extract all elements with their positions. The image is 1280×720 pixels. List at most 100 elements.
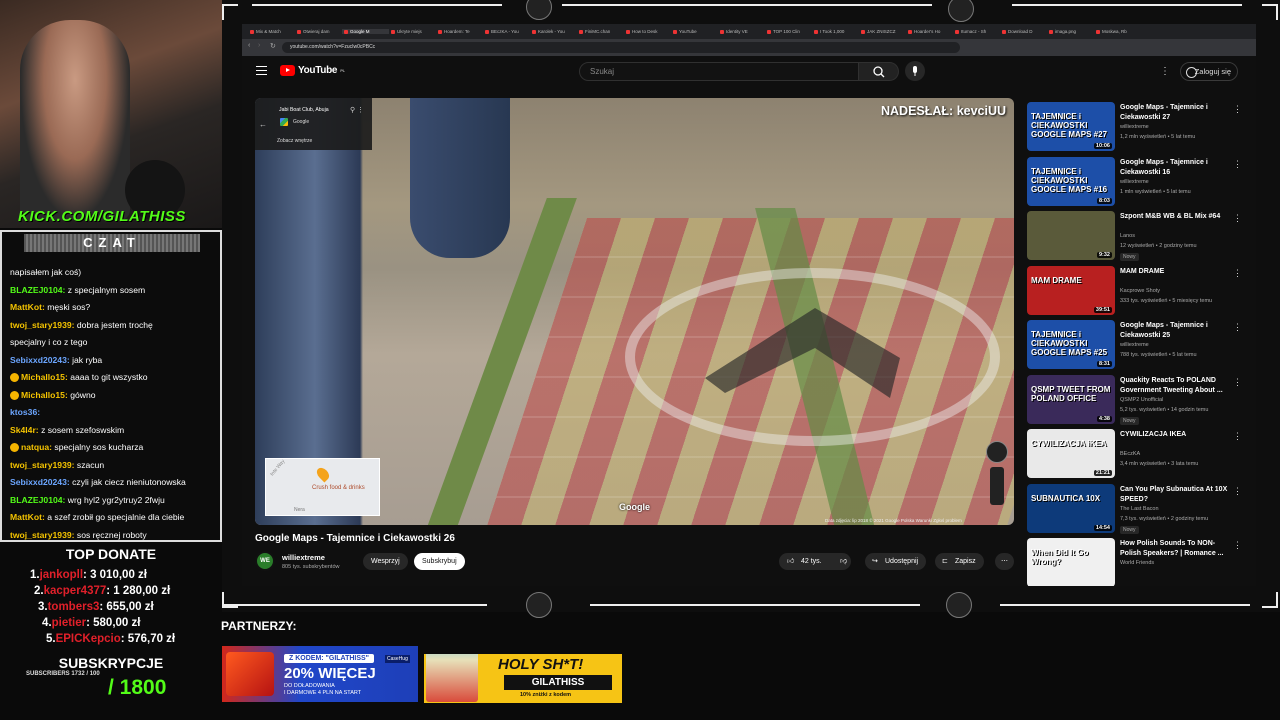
browser-tab[interactable]: FiniMC.chan	[577, 29, 624, 34]
video-title[interactable]: Quackity Reacts To POLAND Government Twe…	[1120, 376, 1230, 396]
youtube-logo[interactable]: YouTube PL	[280, 65, 345, 76]
video-thumbnail[interactable]: TAJEMNICE i CIEKAWOSTKI GOOGLE MAPS #16 8…	[1027, 156, 1115, 206]
chat-username[interactable]: Michallo15:	[21, 372, 68, 382]
video-menu-icon[interactable]: ⋮	[1233, 431, 1242, 442]
join-button[interactable]: Wesprzyj	[363, 553, 408, 570]
chat-username[interactable]: MattKot:	[10, 512, 45, 522]
chat-username[interactable]: Michallo15:	[21, 390, 68, 400]
video-channel[interactable]: The Last Bacon	[1120, 506, 1159, 512]
search-button[interactable]	[859, 62, 899, 81]
share-button[interactable]: ↪ Udostępnij	[865, 553, 927, 570]
video-thumbnail[interactable]: SUBNAUTICA 10X 14:54	[1027, 483, 1115, 533]
browser-tab[interactable]: YouTube	[671, 29, 718, 34]
video-player[interactable]: NADESŁAŁ: kevciUU ← Jabi Boat Club, Abuj…	[255, 98, 1014, 525]
minimap[interactable]: Inte Way Crush food & drinks Nera	[265, 458, 380, 516]
browser-tab[interactable]: BEczKA - You	[483, 29, 530, 34]
more-actions-icon[interactable]: ⋯	[995, 553, 1014, 570]
browser-tab[interactable]: Google M	[342, 29, 389, 34]
dislike-button[interactable]: 👎︎	[832, 553, 858, 570]
subscribe-button[interactable]: Subskrybuj	[414, 553, 465, 570]
see-inside-link[interactable]: Zobacz wnętrze	[277, 138, 312, 144]
search-input[interactable]: Szukaj	[579, 62, 859, 81]
chat-username[interactable]: natqua:	[21, 442, 52, 452]
video-thumbnail[interactable]: QSMP TWEET FROM POLAND OFFICE 4:38	[1027, 374, 1115, 424]
browser-tab[interactable]: How to Desk	[624, 29, 671, 34]
url-field[interactable]: youtube.com/watch?v=FzucIw0cPBCc	[282, 42, 960, 53]
chat-username[interactable]: Sebixxd20243:	[10, 477, 70, 487]
video-channel[interactable]: Kacprowe Shoty	[1120, 288, 1160, 294]
video-title[interactable]: Can You Play Subnautica At 10X SPEED?	[1120, 485, 1230, 505]
video-menu-icon[interactable]: ⋮	[1233, 213, 1242, 224]
video-title[interactable]: Google Maps - Tajemnice i Ciekawostki 16	[1120, 158, 1230, 178]
recommended-video[interactable]: QSMP TWEET FROM POLAND OFFICE 4:38 Quackit…	[1027, 374, 1252, 430]
browser-tab[interactable]: imaga.png	[1047, 29, 1094, 34]
settings-kebab-icon[interactable]: ⋮	[1160, 66, 1170, 77]
save-button[interactable]: ⊏ Zapisz	[935, 553, 984, 570]
browser-tab[interactable]: TOP 100 Clin	[765, 29, 812, 34]
chat-username[interactable]: MattKot:	[10, 302, 45, 312]
chat-username[interactable]: Sk4l4r:	[10, 425, 39, 435]
video-thumbnail[interactable]: TAJEMNICE i CIEKAWOSTKI GOOGLE MAPS #27 1…	[1027, 102, 1115, 151]
recommended-video[interactable]: TAJEMNICE i CIEKAWOSTKI GOOGLE MAPS #27 1…	[1027, 102, 1252, 157]
browser-tab[interactable]: Hoarder's Ho	[906, 29, 953, 34]
video-menu-icon[interactable]: ⋮	[1233, 104, 1242, 115]
channel-avatar[interactable]: WE	[255, 551, 275, 571]
signin-button[interactable]: Zaloguj się	[1180, 62, 1238, 81]
casehug-ad[interactable]: Z KODEM: "GILATHISS" 20% WIĘCEJ DO DOŁAD…	[222, 646, 418, 702]
streetview-arrow-icon[interactable]	[695, 303, 905, 403]
chat-username[interactable]: twoj_stary1939:	[10, 460, 75, 470]
browser-tab[interactable]: I Took 1,000	[812, 29, 859, 34]
video-menu-icon[interactable]: ⋮	[1233, 268, 1242, 279]
voice-search-button[interactable]	[905, 61, 925, 81]
video-channel[interactable]: QSMP2 Unofficial	[1120, 397, 1163, 403]
video-menu-icon[interactable]: ⋮	[1233, 159, 1242, 170]
forward-icon[interactable]: ›	[258, 42, 260, 49]
back-icon[interactable]: ‹	[248, 42, 250, 49]
video-title[interactable]: CYWILIZACJA IKEA	[1120, 430, 1230, 440]
chat-username[interactable]: twoj_stary1939:	[10, 530, 75, 540]
browser-tab[interactable]: Identity VE	[718, 29, 765, 34]
browser-tab[interactable]: JAK ZNISZCZ	[859, 29, 906, 34]
video-thumbnail[interactable]: MAM DRAME 39:51	[1027, 265, 1115, 315]
recommended-video[interactable]: TAJEMNICE i CIEKAWOSTKI GOOGLE MAPS #16 8…	[1027, 156, 1252, 212]
video-menu-icon[interactable]: ⋮	[1233, 540, 1242, 551]
video-channel[interactable]: Lanos	[1120, 233, 1135, 239]
browser-tab[interactable]: Download D	[1000, 29, 1047, 34]
browser-tab[interactable]: Karolek - You	[530, 29, 577, 34]
video-thumbnail[interactable]: 9:32	[1027, 211, 1115, 260]
chat-username[interactable]: twoj_stary1939:	[10, 320, 75, 330]
browser-tab[interactable]: Moskwa, Rb	[1094, 29, 1141, 34]
video-menu-icon[interactable]: ⋮	[1233, 486, 1242, 497]
reload-icon[interactable]: ↻	[270, 42, 276, 50]
holy-ad[interactable]: HOLY SH*T! GILATHISS 10% zniżki z kodem	[424, 654, 622, 703]
recommended-video[interactable]: TAJEMNICE i CIEKAWOSTKI GOOGLE MAPS #25 8…	[1027, 320, 1252, 375]
video-menu-icon[interactable]: ⋮	[1233, 377, 1242, 388]
recommended-video[interactable]: 9:32 Szpont M&B WB & BL Mix #64 Lanos 12 wy…	[1027, 211, 1252, 266]
browser-tab[interactable]: Otwieraj dam	[295, 29, 342, 34]
browser-tab[interactable]: Ukryte miejs	[389, 29, 436, 34]
video-channel[interactable]: World Friends	[1120, 560, 1154, 566]
recommended-video[interactable]: CYWILIZACJA iKEA 21:21 CYWILIZACJA IKEA BEc…	[1027, 429, 1252, 484]
video-title[interactable]: How Polish Sounds To NON-Polish Speakers…	[1120, 539, 1230, 559]
video-menu-icon[interactable]: ⋮	[1233, 322, 1242, 333]
video-channel[interactable]: williextreme	[1120, 124, 1149, 130]
recommended-video[interactable]: MAM DRAME 39:51 MAM DRAME Kacprowe Shoty 333…	[1027, 265, 1252, 321]
browser-tab[interactable]: Hoardem: Te	[436, 29, 483, 34]
browser-tab[interactable]: Mix & Match	[248, 29, 295, 34]
video-title[interactable]: MAM DRAME	[1120, 267, 1230, 277]
chat-username[interactable]: ktos36:	[10, 407, 40, 417]
back-arrow-icon[interactable]: ←	[259, 120, 267, 129]
browser-tab[interactable]: Itumacz - Sh	[953, 29, 1000, 34]
video-channel[interactable]: BEczKA	[1120, 451, 1140, 457]
video-title[interactable]: Szpont M&B WB & BL Mix #64	[1120, 212, 1230, 222]
video-title[interactable]: Google Maps - Tajemnice i Ciekawostki 27	[1120, 103, 1230, 123]
menu-icon[interactable]	[256, 66, 267, 75]
recommended-video[interactable]: SUBNAUTICA 10X 14:54 Can You Play Subnauti…	[1027, 483, 1252, 539]
video-thumbnail[interactable]: TAJEMNICE i CIEKAWOSTKI GOOGLE MAPS #25 8…	[1027, 320, 1115, 369]
zoom-control[interactable]	[990, 467, 1004, 505]
video-channel[interactable]: williextreme	[1120, 342, 1149, 348]
chat-username[interactable]: BLAZEJ0104:	[10, 285, 65, 295]
compass-icon[interactable]	[986, 441, 1008, 463]
video-thumbnail[interactable]: CYWILIZACJA iKEA 21:21	[1027, 429, 1115, 478]
video-title[interactable]: Google Maps - Tajemnice i Ciekawostki 25	[1120, 321, 1230, 341]
